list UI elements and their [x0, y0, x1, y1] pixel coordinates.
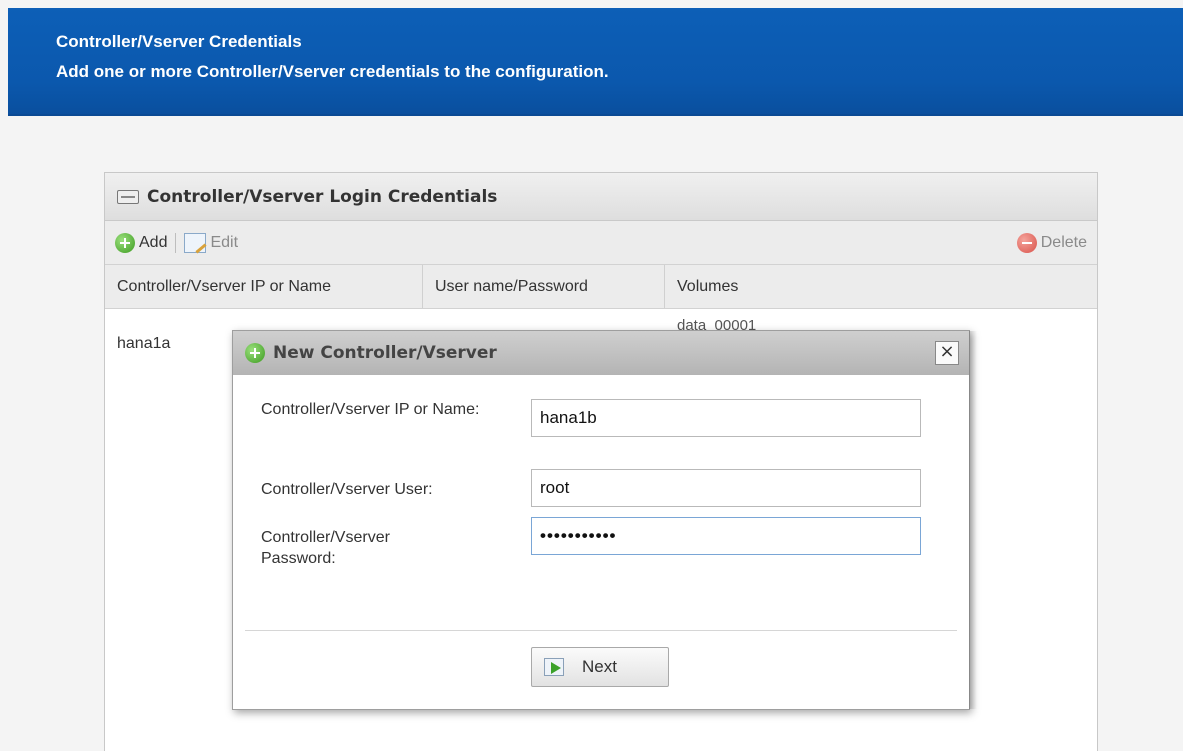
next-arrow-icon [544, 658, 564, 676]
next-button[interactable]: Next [531, 647, 669, 687]
ip-field[interactable]: hana1b [531, 399, 921, 437]
column-header-name[interactable]: Controller/Vserver IP or Name [105, 265, 423, 308]
add-icon [115, 232, 135, 253]
password-label: Controller/Vserver Password: [261, 529, 390, 567]
edit-label: Edit [210, 233, 239, 251]
delete-button[interactable]: Delete [1016, 232, 1087, 253]
edit-icon [184, 232, 207, 253]
user-label: Controller/Vserver User: [261, 481, 433, 498]
add-label: Add [139, 233, 168, 251]
dialog-title-bar[interactable]: New Controller/Vserver [233, 331, 969, 375]
column-header-user[interactable]: User name/Password [423, 265, 665, 308]
close-button[interactable]: × [935, 341, 959, 365]
add-button[interactable]: Add [115, 232, 168, 253]
table-header: Controller/Vserver IP or Name User name/… [105, 265, 1097, 309]
keyboard-icon [117, 189, 139, 204]
panel-title: Controller/Vserver Login Credentials [147, 186, 498, 207]
toolbar-divider [175, 232, 177, 253]
dialog-footer: Next [233, 633, 969, 709]
page-subtitle: Add one or more Controller/Vserver crede… [56, 62, 609, 81]
ip-label: Controller/Vserver IP or Name: [261, 401, 480, 418]
add-icon [245, 343, 265, 363]
new-controller-dialog: New Controller/Vserver × Controller/Vser… [232, 330, 977, 710]
panel-title-bar: Controller/Vserver Login Credentials [105, 173, 1097, 221]
user-field[interactable]: root [531, 469, 921, 507]
edit-button[interactable]: Edit [184, 232, 239, 253]
delete-label: Delete [1040, 233, 1087, 251]
column-header-volumes[interactable]: Volumes [665, 265, 1097, 308]
page-title: Controller/Vserver Credentials [56, 32, 302, 51]
next-label: Next [582, 657, 617, 676]
delete-icon [1016, 232, 1037, 253]
dialog-shadow [969, 331, 977, 709]
page-header: Controller/Vserver Credentials Add one o… [8, 8, 1183, 116]
dialog-title: New Controller/Vserver [273, 343, 497, 363]
dialog-form: Controller/Vserver IP or Name: hana1b Co… [245, 377, 957, 631]
password-field[interactable]: ••••••••••• [531, 517, 921, 555]
panel-toolbar: Add Edit Delete [105, 221, 1097, 265]
